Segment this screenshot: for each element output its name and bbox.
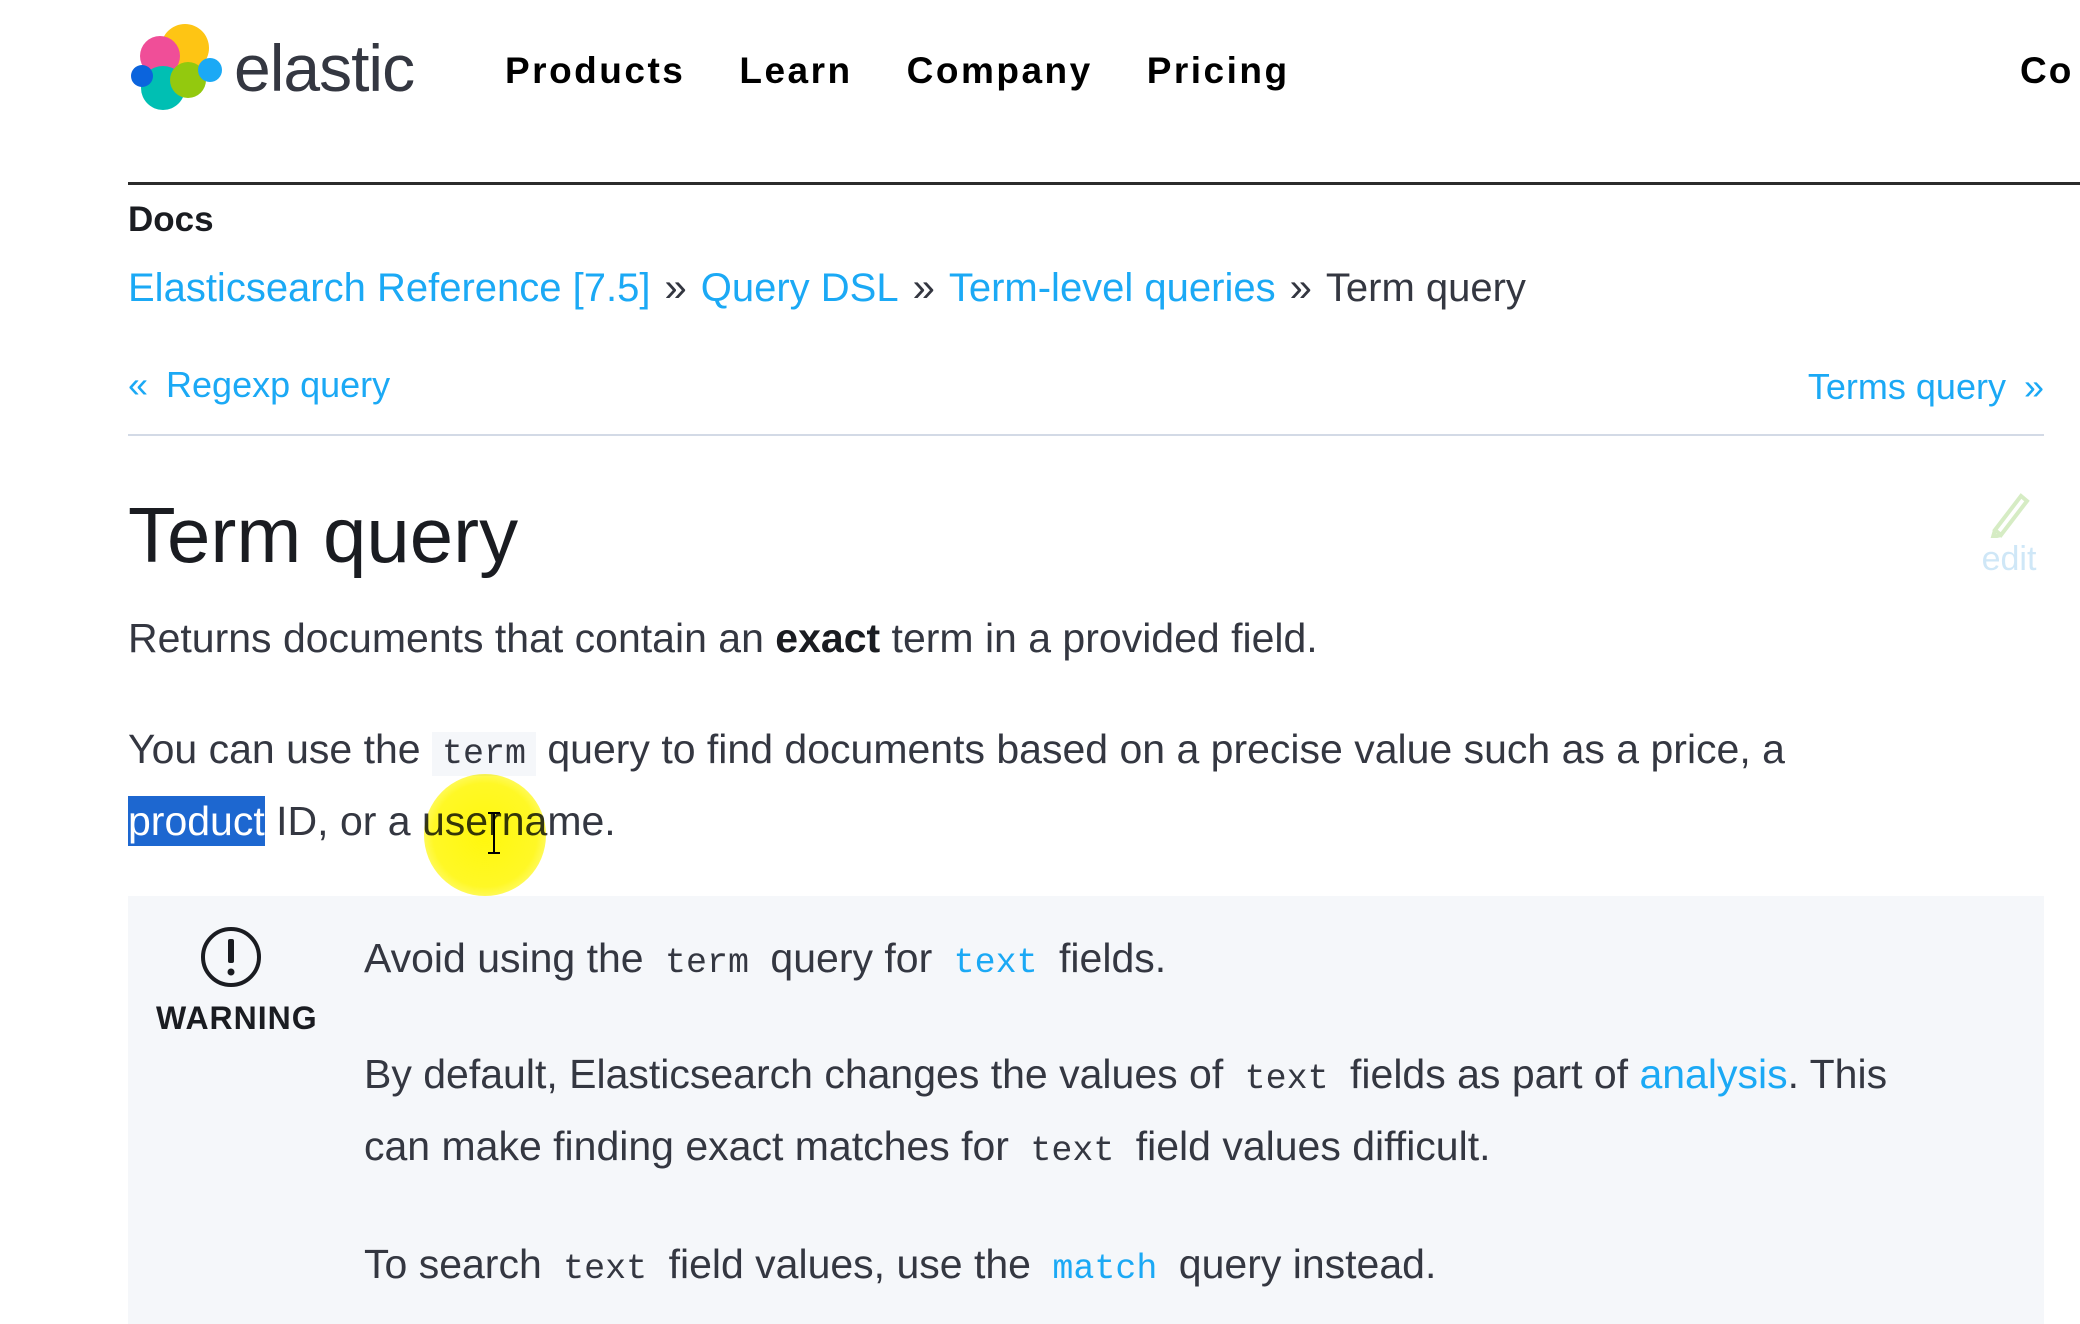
edit-label: edit [1981,540,2037,578]
exclamation-circle-icon [201,927,261,987]
next-page-link[interactable]: Terms query » [1808,366,2044,408]
double-chevron-left-icon: « [128,364,149,405]
inline-code-term: term [431,732,536,776]
inline-code-text-link[interactable]: text [944,941,1048,985]
breadcrumb-current: Term query [1325,266,1526,310]
inline-code-term: term [655,941,760,985]
warning-admonition: WARNING Avoid using the term query for t… [128,896,2044,1324]
intro-paragraph: Returns documents that contain an exact … [128,615,1318,661]
nav-contact-link-clipped[interactable]: Co [2020,50,2073,92]
elastic-wordmark[interactable]: elastic [234,30,415,106]
nav-divider [128,182,2080,185]
text-cursor-icon [488,812,500,854]
double-chevron-right-icon: » [2023,366,2044,407]
cursor-highlight [424,774,546,896]
usage-paragraph: You can use the term query to find docum… [128,726,1785,776]
main-menu: Products Learn Company Pricing [505,50,1290,92]
breadcrumb-elasticsearch-reference[interactable]: Elasticsearch Reference [7.5] [128,266,650,310]
nav-pricing-link[interactable]: Pricing [1147,50,1290,92]
inline-code-text: text [1234,1057,1339,1101]
edit-page-link[interactable]: edit [1974,486,2044,579]
inline-code-text: text [553,1247,658,1291]
breadcrumb-query-dsl[interactable]: Query DSL [701,266,899,310]
elastic-logo-icon[interactable] [130,22,224,114]
selected-text[interactable]: product [128,796,265,846]
warning-line-3: To search text field values, use the mat… [364,1241,1437,1291]
warning-line-2: By default, Elasticsearch changes the va… [364,1051,1888,1101]
next-page-label: Terms query [1807,366,2006,407]
warning-line-1: Avoid using the term query for text fiel… [364,935,1167,985]
breadcrumb-separator: » [1289,266,1312,310]
inline-code-text: text [1020,1129,1125,1173]
docs-section-label[interactable]: Docs [128,200,214,240]
warning-label: WARNING [156,1000,318,1036]
breadcrumb-term-level-queries[interactable]: Term-level queries [949,266,1276,310]
analysis-link[interactable]: analysis [1639,1051,1787,1097]
previous-page-label: Regexp query [166,364,391,405]
top-navigation: elastic Products Learn Company Pricing C… [0,0,2080,150]
page-title: Term query [128,491,519,579]
pager-divider [128,434,2044,436]
nav-products-link[interactable]: Products [505,50,685,92]
nav-company-link[interactable]: Company [907,50,1093,92]
nav-learn-link[interactable]: Learn [739,50,852,92]
warning-line-2-cont: can make finding exact matches for text … [364,1123,1491,1173]
inline-code-match-link[interactable]: match [1042,1247,1167,1291]
breadcrumb: Elasticsearch Reference [7.5] » Query DSL »… [128,266,1526,311]
emphasis-exact: exact [775,615,881,661]
previous-page-link[interactable]: « Regexp query [128,364,390,406]
breadcrumb-separator: » [664,266,687,310]
breadcrumb-separator: » [912,266,935,310]
pencil-icon [1990,493,2030,538]
